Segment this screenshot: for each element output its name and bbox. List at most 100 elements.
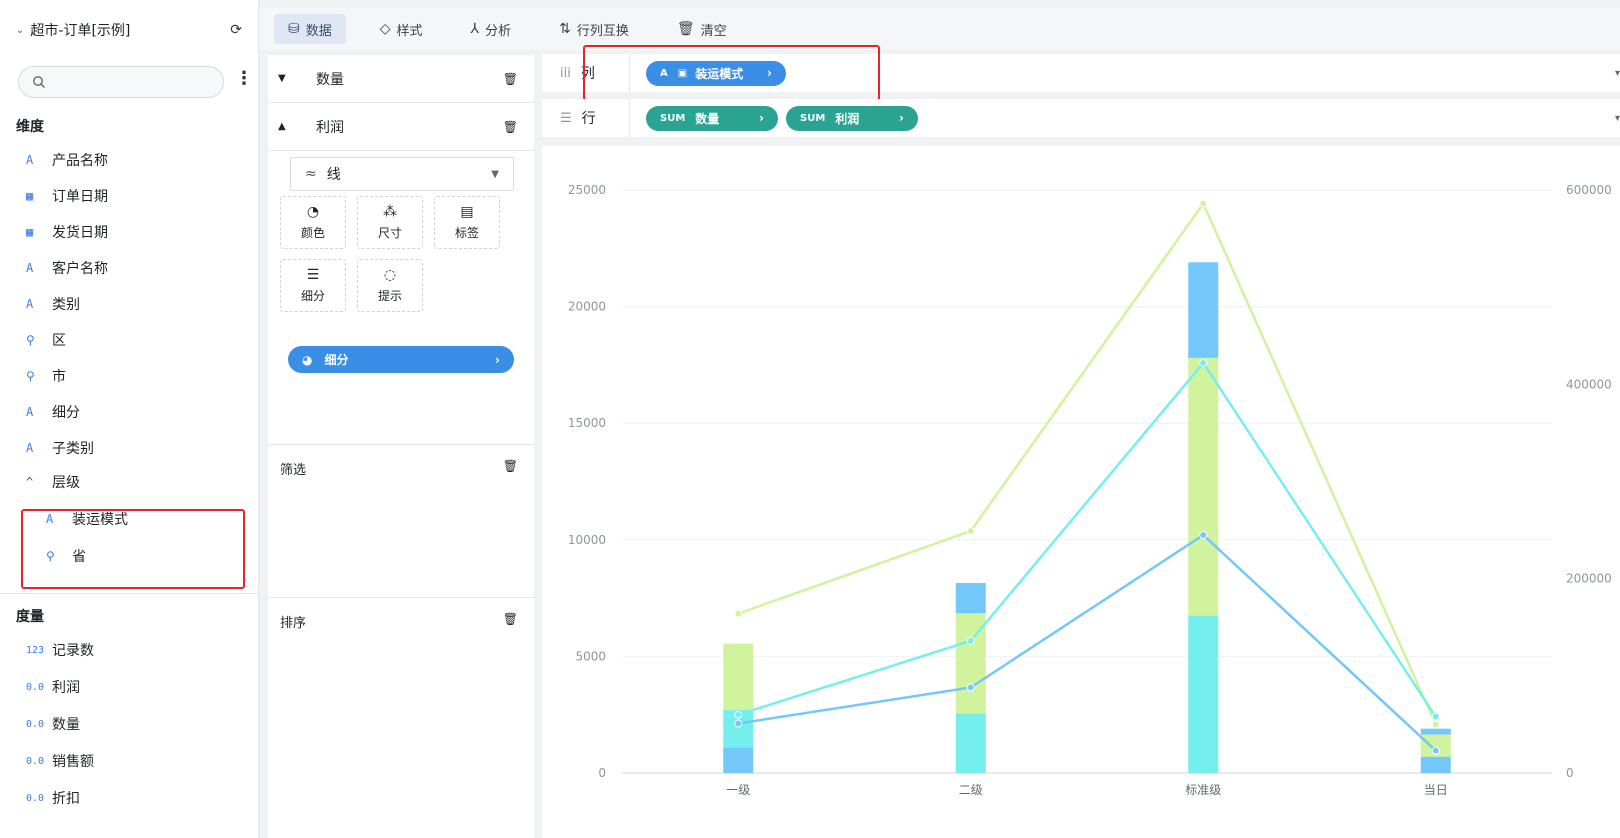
chevron-down-icon[interactable]: ▾ [1615,113,1620,124]
label-icon: ▤ [460,204,474,220]
field-search-input[interactable] [18,66,224,98]
series-point [966,527,975,536]
location-pin-icon: ⚲ [26,369,35,383]
series-point [1199,358,1208,367]
mark-section-quantity[interactable]: ▼ 数量 🗑 [268,55,534,103]
swap-rows-columns-button[interactable]: ⇅ 行列互换 [545,14,643,44]
text-type-icon: A [26,441,34,455]
series-point [1431,720,1440,729]
detail-button[interactable]: ☰ 细分 [280,259,346,312]
y-axis-left-tick: 5000 [575,649,606,663]
series-line [738,533,1437,752]
bi-editor: ⌄ 超市-订单[示例] ⟳ ⋮ 维度 A 产品名称 ▦ 订单日期 ▦ 发货日期 A 客户… [0,0,1620,838]
chevron-down-icon[interactable]: ▾ [1615,68,1620,79]
trash-icon[interactable]: 🗑 [503,72,518,86]
y-axis-right-tick: 600000 [1566,183,1612,197]
y-axis-left-tick: 15000 [568,416,606,430]
trash-icon[interactable]: 🗑 [503,612,518,626]
field-dimension[interactable]: A 子类别 [26,437,94,459]
chevron-right-icon: › [899,111,904,125]
bar-segment [1420,756,1451,773]
series-point [1431,746,1440,755]
bar-segment [1188,262,1219,358]
line-chart-icon: ≈ [305,166,317,182]
mark-panel: ▼ 数量 🗑 ▲ 利润 🗑 ≈ 线 ▼ ◔ 颜色 ⁂ 尺寸 ▤ 标签 ☰ 细分 ◌ 提示 … [268,55,534,838]
field-dimension[interactable]: ⚲ 区 [26,329,66,351]
dimensions-title: 维度 [16,119,44,135]
location-pin-icon: ⚲ [26,333,35,347]
bar-segment [1188,615,1219,773]
label-button[interactable]: ▤ 标签 [434,196,500,249]
chart-canvas: 0 5000 10000 15000 20000 25000 0 200000 400000 60… [542,146,1620,838]
database-icon: ⛁ [288,21,300,37]
data-tab[interactable]: ⛁ 数据 [274,14,346,44]
swap-icon: ⇅ [559,21,571,37]
text-type-icon: A [26,297,34,311]
rows-shelf[interactable]: ☰ 行 SUM 数量 › SUM 利润 › ▾ [542,99,1620,137]
series-point [734,609,743,618]
field-measure[interactable]: 123 记录数 [26,639,94,661]
palette-icon: ◔ [306,204,320,220]
style-tab[interactable]: ◇ 样式 [366,14,437,44]
text-type-icon: A [26,153,34,167]
bar-segment [723,747,754,773]
calendar-icon: ▦ [26,189,34,203]
series-point [734,719,743,728]
row-field-chip[interactable]: SUM 数量 › [646,105,778,131]
integer-type-icon: 123 [26,644,45,656]
y-axis-right-tick: 200000 [1566,572,1612,586]
field-panel: ⌄ 超市-订单[示例] ⟳ ⋮ 维度 A 产品名称 ▦ 订单日期 ▦ 发货日期 A 客户… [0,0,259,838]
expand-arrow-icon: ▲ [278,121,286,132]
clear-button[interactable]: 🗑 清空 [663,14,741,44]
field-dimension[interactable]: ⚲ 市 [26,365,66,387]
series-point [1199,199,1208,208]
x-axis-tick: 二级 [959,783,983,797]
tooltip-button[interactable]: ◌ 提示 [357,259,423,312]
field-dimension[interactable]: ▦ 发货日期 [26,221,108,243]
palette-icon: ◕ [302,352,313,367]
divider [268,597,534,598]
measures-title: 度量 [16,609,44,625]
field-dimension[interactable]: A 细分 [26,401,80,423]
field-dimension[interactable]: A 客户名称 [26,257,108,279]
field-dimension[interactable]: A 类别 [26,293,80,315]
list-icon: ☰ [306,267,320,283]
y-axis-left-tick: 10000 [568,533,606,547]
series-point [1199,530,1208,539]
more-options-icon[interactable]: ⋮ [235,70,253,88]
size-button[interactable]: ⁂ 尺寸 [357,196,423,249]
segment-field-pill[interactable]: ◕ 细分 › [288,346,514,373]
field-measure[interactable]: 0.0 利润 [26,676,80,698]
dataset-name: 超市-订单[示例] [30,23,131,39]
mark-section-profit[interactable]: ▲ 利润 🗑 [268,103,534,151]
trash-icon[interactable]: 🗑 [503,459,518,473]
refresh-icon[interactable]: ⟳ [230,22,242,38]
search-icon [33,76,45,88]
series-point [1431,712,1440,721]
chevron-right-icon: › [759,111,764,125]
field-measure[interactable]: 0.0 数量 [26,713,80,735]
color-button[interactable]: ◔ 颜色 [280,196,346,249]
hierarchy-group[interactable]: ^ 层级 [26,471,80,493]
y-axis-left-tick: 0 [598,766,606,780]
y-axis-right-tick: 400000 [1566,377,1612,391]
collapse-arrow-icon: ▼ [278,73,286,84]
y-axis-right-tick: 0 [1566,766,1574,780]
field-measure[interactable]: 0.0 销售额 [26,750,94,772]
field-dimension[interactable]: A 产品名称 [26,149,108,171]
rows-shelf-label: ☰ 行 [542,99,630,137]
dataset-selector[interactable]: ⌄ 超市-订单[示例] ⟳ [16,20,242,40]
decimal-type-icon: 0.0 [26,792,45,804]
chevron-down-icon: ▼ [491,168,499,180]
field-measure[interactable]: 0.0 折扣 [26,787,80,809]
x-axis-tick: 标准级 [1185,783,1221,797]
highlight-box [21,509,245,589]
field-dimension[interactable]: ▦ 订单日期 [26,185,108,207]
analysis-tab[interactable]: ⅄ 分析 [457,14,526,44]
bar-segment [1420,728,1451,735]
row-field-chip[interactable]: SUM 利润 › [786,105,918,131]
tooltip-icon: ◌ [383,267,397,283]
series-point [966,683,975,692]
trash-icon[interactable]: 🗑 [503,120,518,134]
chart-type-select[interactable]: ≈ 线 ▼ [290,157,514,191]
